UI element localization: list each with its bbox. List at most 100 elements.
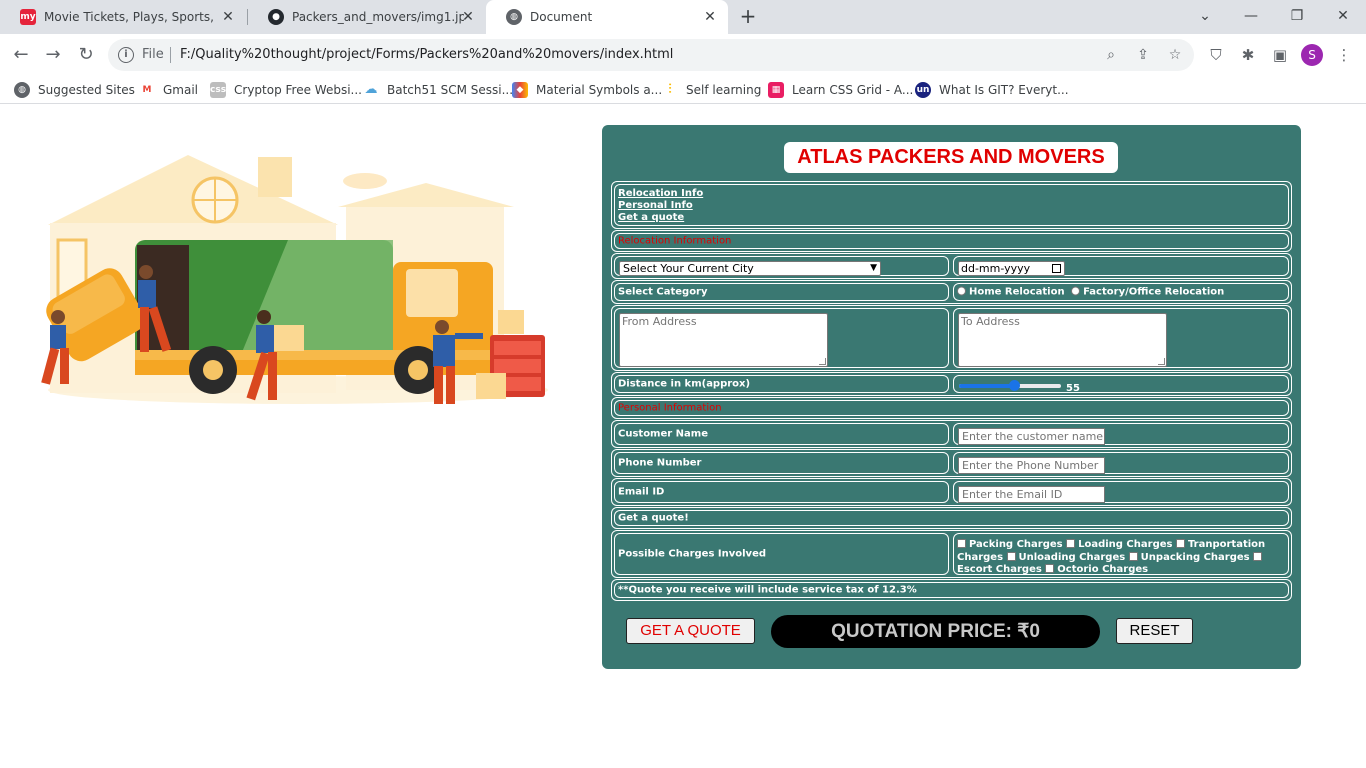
slider-thumb[interactable] (1009, 380, 1021, 391)
email-label: Email ID (618, 486, 665, 498)
checkbox-escort[interactable] (1253, 551, 1263, 561)
cardboard-box-top (498, 310, 524, 334)
relocation-heading-cell: Relocation Information (614, 233, 1289, 249)
checkbox-octorio[interactable] (1045, 564, 1055, 573)
url-text[interactable]: F:/Quality%20thought/project/Forms/Packe… (180, 47, 673, 62)
close-window-icon[interactable]: ✕ (1331, 4, 1355, 28)
phone-label: Phone Number (618, 457, 702, 469)
bookmark-star-icon[interactable]: ☆ (1166, 46, 1184, 64)
slider-fill (959, 384, 1015, 388)
link-get-a-quote[interactable]: Get a quote (618, 212, 703, 224)
gmail-icon: M (139, 82, 155, 98)
phone-input-cell: Enter the Phone Number (953, 452, 1289, 474)
checkbox-loading[interactable] (1066, 539, 1076, 548)
tab-document[interactable]: ◍ Document ✕ (486, 0, 728, 34)
phone-number-input[interactable]: Enter the Phone Number (958, 457, 1105, 474)
city-select[interactable]: Select Your Current City ▼ (619, 261, 881, 276)
from-address-textarea[interactable]: From Address (619, 313, 828, 367)
get-quote-button[interactable]: GET A QUOTE (626, 618, 755, 644)
css-icon: css (210, 82, 226, 98)
omnibox-divider (170, 47, 171, 63)
brand-title: ATLAS PACKERS AND MOVERS (784, 142, 1118, 173)
link-personal-info[interactable]: Personal Info (618, 200, 703, 212)
globe-icon: ◍ (506, 9, 522, 25)
bookmarks-bar: ◍ Suggested Sites M Gmail css Cryptop Fr… (0, 76, 1366, 104)
bookmark-gmail[interactable]: M Gmail (139, 82, 198, 98)
site-info-icon[interactable]: i (118, 47, 134, 63)
movers-truck-illustration (41, 155, 548, 404)
email-label-cell: Email ID (614, 481, 949, 503)
scheme-label: File (142, 47, 164, 62)
share-icon[interactable]: ⇪ (1134, 46, 1152, 64)
charge-unpacking-label: Unpacking Charges (1140, 551, 1250, 563)
address-bar[interactable]: i File F:/Quality%20thought/project/Form… (108, 39, 1194, 71)
calendar-icon[interactable] (1052, 264, 1061, 273)
customer-name-input[interactable]: Enter the customer name (958, 428, 1105, 445)
github-icon: ● (268, 9, 284, 25)
back-icon[interactable]: ← (10, 44, 32, 66)
personal-heading-cell: Personal Information (614, 400, 1289, 416)
close-tab-icon[interactable]: ✕ (460, 9, 476, 25)
minimize-icon[interactable]: — (1239, 4, 1263, 28)
to-address-placeholder: To Address (961, 315, 1020, 328)
radio-home-relocation[interactable] (957, 286, 966, 296)
profile-avatar[interactable]: S (1301, 44, 1323, 66)
bookmark-git[interactable]: un What Is GIT? Everyt... (915, 82, 1069, 98)
link-relocation-info[interactable]: Relocation Info (618, 188, 703, 200)
checkbox-unpacking[interactable] (1128, 551, 1138, 561)
email-input[interactable]: Enter the Email ID (958, 486, 1105, 503)
phone-row: Phone Number Enter the Phone Number (611, 449, 1292, 477)
close-tab-icon[interactable]: ✕ (702, 9, 718, 25)
bookmark-self-learning[interactable]: ⫶ Self learning (662, 82, 761, 98)
bookmark-label: Gmail (163, 83, 199, 97)
bookmark-batch51[interactable]: ☁ Batch51 SCM Sessi... (363, 82, 513, 98)
nav-links: Relocation Info Personal Info Get a quot… (618, 188, 703, 224)
charges-options: Packing Charges Loading Charges Tranport… (957, 539, 1285, 577)
restore-icon[interactable]: ❐ (1285, 4, 1309, 28)
date-cell: dd-mm-yyyy (953, 256, 1289, 276)
reset-button[interactable]: RESET (1116, 618, 1193, 644)
bookmark-label: Learn CSS Grid - A... (792, 83, 914, 97)
bookmark-label: Batch51 SCM Sessi... (387, 83, 514, 97)
chevron-down-icon: ▼ (870, 263, 877, 273)
bookmark-css-grid[interactable]: ▦ Learn CSS Grid - A... (768, 82, 913, 98)
nav-links-cell: Relocation Info Personal Info Get a quot… (614, 184, 1289, 226)
move-date-input[interactable]: dd-mm-yyyy (958, 261, 1065, 276)
city-cell: Select Your Current City ▼ (614, 256, 949, 276)
tab-title: Document (530, 10, 593, 24)
charge-unloading-label: Unloading Charges (1018, 551, 1126, 563)
resize-grip-icon[interactable] (1158, 358, 1165, 365)
tab-github[interactable]: ● Packers_and_movers/img1.jpg at ✕ (248, 0, 486, 34)
new-tab-icon[interactable]: + (738, 6, 758, 26)
city-date-row: Select Your Current City ▼ dd-mm-yyyy (611, 253, 1292, 279)
checkbox-transportation[interactable] (1175, 539, 1185, 548)
zoom-icon[interactable]: ⌕ (1102, 46, 1120, 64)
checkbox-packing[interactable] (957, 539, 966, 548)
tab-title: Packers_and_movers/img1.jpg at (292, 10, 464, 24)
bookmark-suggested-sites[interactable]: ◍ Suggested Sites (14, 82, 135, 98)
side-panel-icon[interactable]: ▣ (1269, 44, 1291, 66)
reload-icon[interactable]: ↻ (75, 44, 97, 66)
tab-bookmyshow[interactable]: my Movie Tickets, Plays, Sports, Even ✕ (0, 0, 246, 34)
bookmark-material-symbols[interactable]: ◆ Material Symbols a... (512, 82, 662, 98)
radio-factory-relocation[interactable] (1071, 286, 1081, 296)
shield-icon[interactable]: ⛉ (1205, 44, 1227, 66)
distance-slider[interactable] (959, 380, 1061, 391)
from-address-placeholder: From Address (622, 315, 697, 328)
bookmark-cryptop[interactable]: css Cryptop Free Websi... (210, 82, 362, 98)
extensions-icon[interactable]: ✱ (1237, 44, 1259, 66)
bookmark-label: Suggested Sites (38, 83, 135, 97)
quote-heading-cell: Get a quote! (614, 510, 1289, 526)
close-tab-icon[interactable]: ✕ (220, 9, 236, 25)
cloud (343, 173, 387, 189)
menu-icon[interactable]: ⋮ (1333, 44, 1355, 66)
charge-packing-label: Packing Charges (969, 539, 1063, 550)
tax-note: **Quote you receive will include service… (618, 584, 917, 596)
to-address-textarea[interactable]: To Address (958, 313, 1167, 367)
resize-grip-icon[interactable] (819, 358, 826, 365)
quote-heading-row: Get a quote! (611, 507, 1292, 529)
checkbox-unloading[interactable] (1006, 551, 1016, 561)
forward-icon[interactable]: → (42, 44, 64, 66)
phone-label-cell: Phone Number (614, 452, 949, 474)
tab-search-icon[interactable]: ⌄ (1193, 4, 1217, 28)
